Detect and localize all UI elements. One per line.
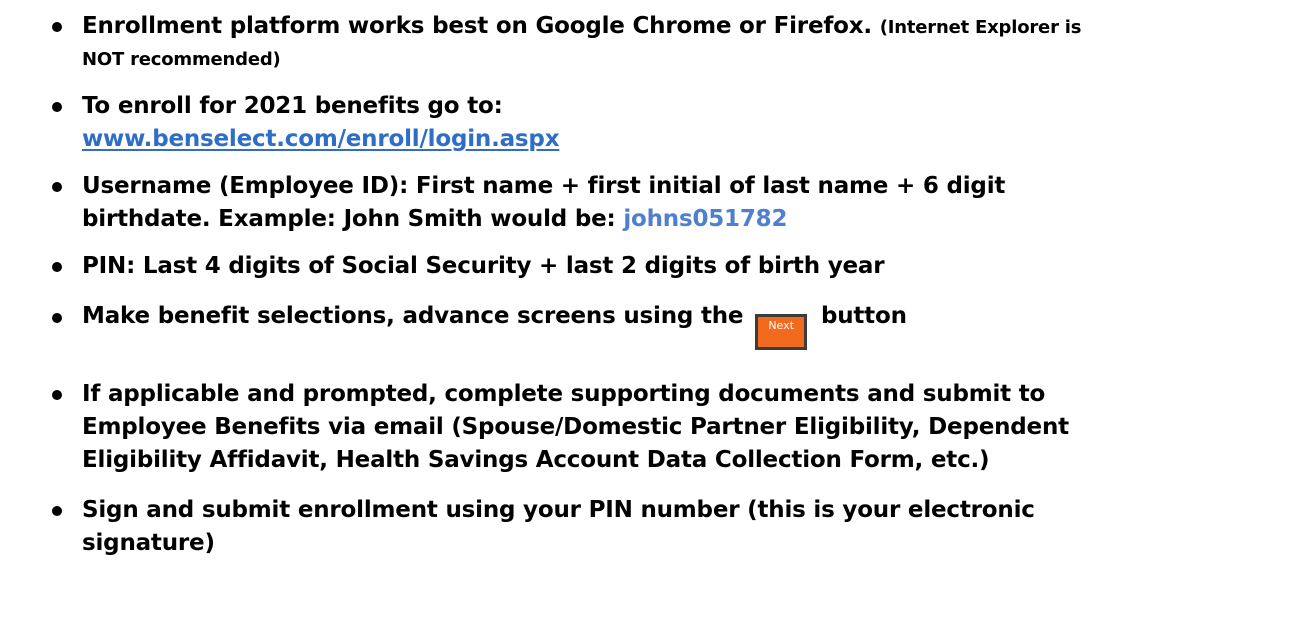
bullet-icon: [52, 182, 62, 192]
username-line-2: birthdate. Example: John Smith would be:…: [82, 203, 1300, 236]
documents-line-2: Employee Benefits via email (Spouse/Dome…: [82, 414, 1069, 440]
pin-line-1: PIN: Last 4 digits of Social Security + …: [82, 253, 885, 279]
sign-line-2: signature): [82, 530, 215, 556]
browser-note: (Internet Explorer is: [879, 17, 1082, 38]
username-example: johns051782: [623, 206, 788, 232]
browser-text: Enrollment platform works best on Google…: [82, 13, 872, 39]
enroll-line-1: To enroll for 2021 benefits go to:: [82, 93, 503, 119]
next-before: Make benefit selections, advance screens…: [82, 303, 744, 329]
bullet-icon: [52, 390, 62, 400]
bullet-icon: [52, 22, 62, 32]
username-line-1: Username (Employee ID): First name + fir…: [82, 173, 1006, 199]
next-button[interactable]: Next: [755, 314, 808, 350]
enroll-line-2: www.benselect.com/enroll/login.aspx: [82, 123, 1300, 156]
next-line-1: Make benefit selections, advance screens…: [82, 300, 1300, 350]
next-after: button: [820, 303, 907, 329]
documents-line-3: Eligibility Affidavit, Health Savings Ac…: [82, 447, 990, 473]
bullet-icon: [52, 506, 62, 516]
bullet-icon: [52, 262, 62, 272]
documents-line-1: If applicable and prompted, complete sup…: [82, 381, 1046, 407]
browser-line-1: Enrollment platform works best on Google…: [82, 10, 1300, 44]
bullet-icon: [52, 102, 62, 112]
sign-line-1: Sign and submit enrollment using your PI…: [82, 497, 1035, 523]
bullet-icon: [52, 313, 62, 323]
username-text: birthdate. Example: John Smith would be:: [82, 206, 616, 232]
enroll-link[interactable]: www.benselect.com/enroll/login.aspx: [82, 126, 560, 152]
browser-line-2: NOT recommended): [82, 49, 281, 70]
